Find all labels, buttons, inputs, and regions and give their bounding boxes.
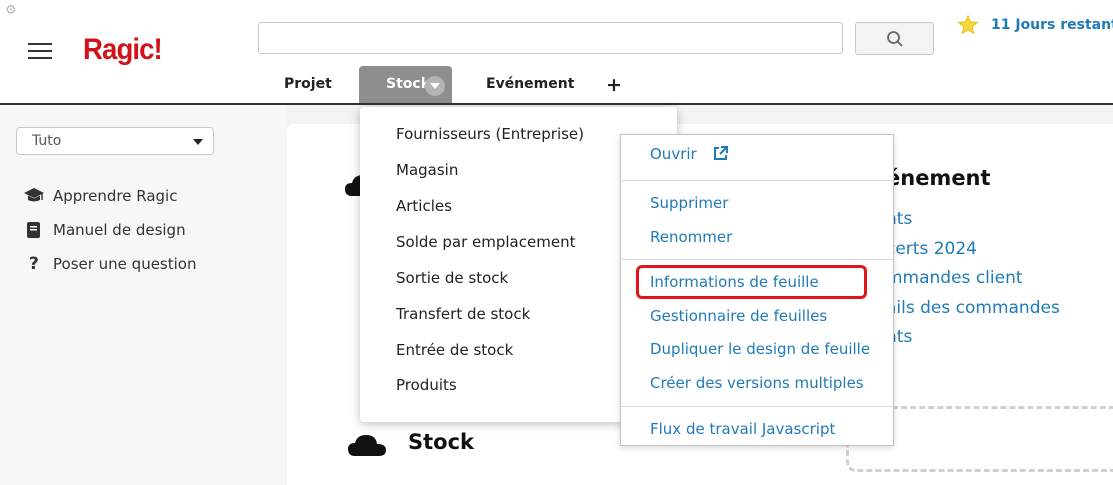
tab-set-select-value: Tuto	[32, 133, 62, 149]
context-open[interactable]: Ouvrir	[650, 145, 697, 163]
menu-item-magasin[interactable]: Magasin	[396, 161, 458, 179]
search-input[interactable]	[258, 22, 843, 54]
graduation-cap-icon	[24, 188, 44, 202]
context-js-workflow[interactable]: Flux de travail Javascript	[650, 420, 835, 438]
tab-evenement[interactable]: Evénement	[486, 76, 574, 92]
trial-days-remaining[interactable]: 11 Jours restants,	[991, 17, 1113, 33]
section-title-evenement[interactable]: énement	[886, 166, 991, 190]
link-apprendre-ragic[interactable]: Apprendre Ragic	[53, 187, 177, 205]
evenement-link-3[interactable]: mmandes client	[886, 268, 1023, 288]
link-manuel-de-design[interactable]: Manuel de design	[53, 221, 186, 239]
context-multiple-versions[interactable]: Créer des versions multiples	[650, 374, 864, 392]
menu-item-transfert-de-stock[interactable]: Transfert de stock	[396, 305, 530, 323]
menu-item-solde-par-emplacement[interactable]: Solde par emplacement	[396, 233, 575, 251]
external-link-icon[interactable]	[712, 145, 729, 162]
menu-separator	[621, 259, 893, 260]
chevron-down-icon[interactable]	[425, 76, 445, 96]
menu-item-articles[interactable]: Articles	[396, 197, 452, 215]
search-button[interactable]	[855, 22, 934, 55]
evenement-link-2[interactable]: certs 2024	[886, 239, 977, 259]
menu-separator	[621, 180, 893, 181]
book-icon	[27, 222, 40, 238]
link-poser-une-question[interactable]: Poser une question	[53, 255, 196, 273]
search-icon	[886, 30, 903, 47]
context-sheet-manager[interactable]: Gestionnaire de feuilles	[650, 307, 827, 325]
hamburger-menu-icon[interactable]	[28, 43, 52, 61]
tab-projet[interactable]: Projet	[284, 76, 332, 92]
context-rename[interactable]: Renommer	[650, 228, 732, 246]
menu-item-produits[interactable]: Produits	[396, 376, 457, 394]
menu-item-fournisseurs[interactable]: Fournisseurs (Entreprise)	[396, 125, 584, 143]
section-title-stock[interactable]: Stock	[408, 430, 474, 454]
sidebar	[0, 105, 287, 485]
question-icon: ?	[29, 254, 39, 274]
menu-item-sortie-de-stock[interactable]: Sortie de stock	[396, 269, 508, 287]
menu-separator	[621, 406, 893, 407]
caret-down-icon	[193, 139, 203, 145]
ragic-logo[interactable]: Ragic!	[83, 33, 163, 67]
menu-item-entree-de-stock[interactable]: Entrée de stock	[396, 341, 513, 359]
tab-stock-label: Stock	[386, 76, 431, 92]
settings-gear-icon[interactable]: ⚙	[5, 4, 17, 17]
context-duplicate-design[interactable]: Dupliquer le design de feuille	[650, 340, 870, 358]
star-icon	[957, 14, 979, 35]
cloud-icon	[348, 435, 386, 456]
highlight-box	[636, 265, 867, 299]
context-delete[interactable]: Supprimer	[650, 194, 728, 212]
evenement-link-4[interactable]: ails des commandes	[886, 298, 1060, 318]
add-tab-button[interactable]: +	[606, 74, 622, 96]
